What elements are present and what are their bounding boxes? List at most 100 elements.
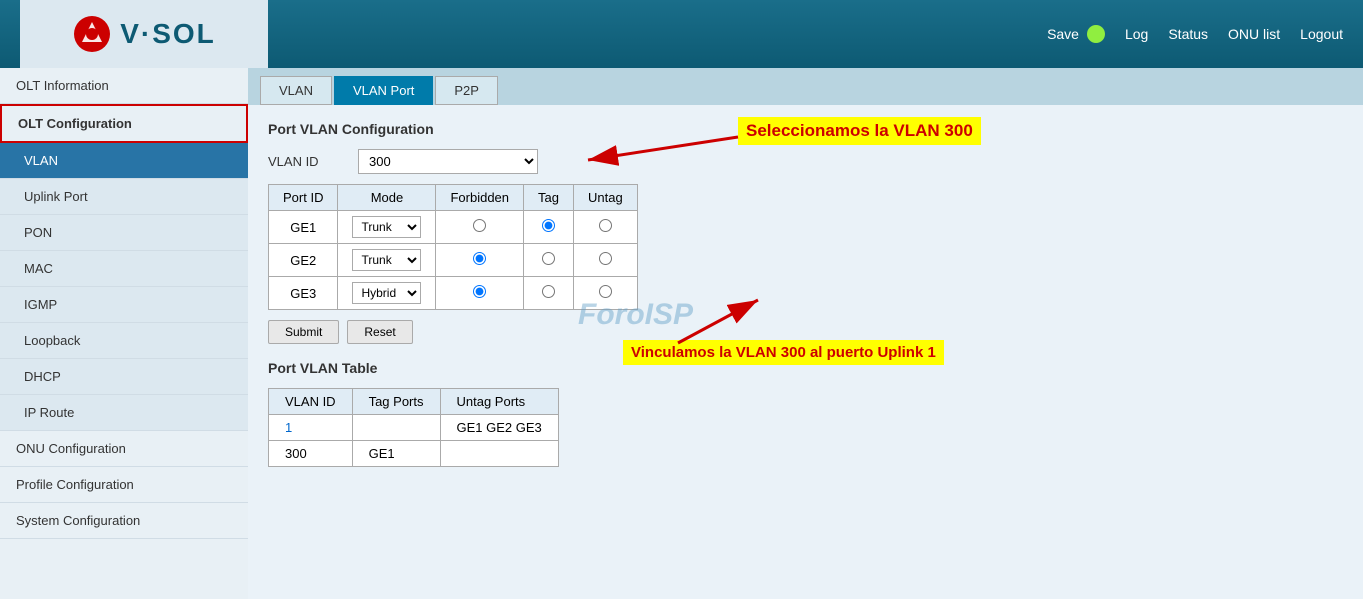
sidebar-item-label: DHCP	[24, 369, 61, 384]
table-row: GE3 Trunk Access Hybrid	[269, 277, 638, 310]
status-dot-icon	[1087, 25, 1105, 43]
port-id-ge1: GE1	[269, 211, 338, 244]
header-right: Save Log Status ONU list Logout	[1047, 25, 1343, 43]
sidebar-item-label: MAC	[24, 261, 53, 276]
sidebar-item-mac[interactable]: MAC	[0, 251, 248, 287]
sidebar-item-label: System Configuration	[16, 513, 140, 528]
vlan-col-tag: Tag Ports	[352, 389, 440, 415]
vlan-col-untag: Untag Ports	[440, 389, 558, 415]
vlan-id-select[interactable]: 300 1	[358, 149, 538, 174]
vlan-id-label: VLAN ID	[268, 154, 348, 169]
vlan-col-id: VLAN ID	[269, 389, 353, 415]
port-vlan-table-title: Port VLAN Table	[268, 360, 1343, 376]
sidebar-item-label: ONU Configuration	[16, 441, 126, 456]
save-label: Save	[1047, 26, 1079, 42]
untag-ge3	[573, 277, 637, 310]
untag-radio-ge1[interactable]	[599, 219, 612, 232]
vlan-id-row: VLAN ID 300 1	[268, 149, 1343, 174]
vlan-id-cell-1[interactable]: 1	[269, 415, 353, 441]
logout-link[interactable]: Logout	[1300, 26, 1343, 42]
tag-radio-ge3[interactable]	[542, 285, 555, 298]
sidebar-item-system-config[interactable]: System Configuration	[0, 503, 248, 539]
forbidden-radio-ge2[interactable]	[473, 252, 486, 265]
sidebar-item-loopback[interactable]: Loopback	[0, 323, 248, 359]
untag-ge2	[573, 244, 637, 277]
col-mode: Mode	[338, 185, 436, 211]
forbidden-ge2	[436, 244, 524, 277]
tag-radio-ge1[interactable]	[542, 219, 555, 232]
forbidden-radio-ge1[interactable]	[473, 219, 486, 232]
reset-button[interactable]: Reset	[347, 320, 412, 344]
sidebar-item-igmp[interactable]: IGMP	[0, 287, 248, 323]
table-row: GE2 Trunk Access Hybrid	[269, 244, 638, 277]
main-layout: OLT Information OLT Configuration VLAN U…	[0, 68, 1363, 599]
sidebar-item-ip-route[interactable]: IP Route	[0, 395, 248, 431]
tag-ge1	[524, 211, 574, 244]
mode-ge1: Trunk Access Hybrid	[338, 211, 436, 244]
tab-vlan[interactable]: VLAN	[260, 76, 332, 105]
logo-area: V·SOL	[20, 0, 268, 68]
mode-ge3: Trunk Access Hybrid	[338, 277, 436, 310]
onu-list-link[interactable]: ONU list	[1228, 26, 1280, 42]
submit-button[interactable]: Submit	[268, 320, 339, 344]
port-id-ge2: GE2	[269, 244, 338, 277]
sidebar-item-profile-config[interactable]: Profile Configuration	[0, 467, 248, 503]
tab-vlan-port[interactable]: VLAN Port	[334, 76, 433, 105]
sidebar-item-dhcp[interactable]: DHCP	[0, 359, 248, 395]
vlan-summary-table: VLAN ID Tag Ports Untag Ports 1 GE1 GE2 …	[268, 388, 559, 467]
status-link[interactable]: Status	[1168, 26, 1208, 42]
untag-ports-1: GE1 GE2 GE3	[440, 415, 558, 441]
sidebar-item-onu-config[interactable]: ONU Configuration	[0, 431, 248, 467]
tab-p2p[interactable]: P2P	[435, 76, 498, 105]
mode-ge2: Trunk Access Hybrid	[338, 244, 436, 277]
sidebar-item-olt-config[interactable]: OLT Configuration	[0, 104, 248, 143]
sidebar-item-olt-info[interactable]: OLT Information	[0, 68, 248, 104]
sidebar-item-label: PON	[24, 225, 52, 240]
col-forbidden: Forbidden	[436, 185, 524, 211]
sidebar-item-label: IGMP	[24, 297, 57, 312]
content-body: Port VLAN Configuration VLAN ID 300 1 Po…	[248, 105, 1363, 483]
port-config-table: Port ID Mode Forbidden Tag Untag GE1 Tru…	[268, 184, 638, 310]
sidebar-item-pon[interactable]: PON	[0, 215, 248, 251]
sidebar-item-label: VLAN	[24, 153, 58, 168]
mode-select-ge3[interactable]: Trunk Access Hybrid	[352, 282, 421, 304]
forbidden-radio-ge3[interactable]	[473, 285, 486, 298]
col-tag: Tag	[524, 185, 574, 211]
mode-select-ge1[interactable]: Trunk Access Hybrid	[352, 216, 421, 238]
sidebar-item-uplink-port[interactable]: Uplink Port	[0, 179, 248, 215]
untag-ge1	[573, 211, 637, 244]
table-row: 300 GE1	[269, 441, 559, 467]
table-row: 1 GE1 GE2 GE3	[269, 415, 559, 441]
forbidden-ge1	[436, 211, 524, 244]
tab-bar: VLAN VLAN Port P2P	[248, 68, 1363, 105]
sidebar-item-vlan[interactable]: VLAN	[0, 143, 248, 179]
vsol-logo-icon	[72, 14, 112, 54]
col-port-id: Port ID	[269, 185, 338, 211]
tag-ports-1	[352, 415, 440, 441]
content-area: VLAN VLAN Port P2P Port VLAN Configurati…	[248, 68, 1363, 599]
sidebar-item-label: Uplink Port	[24, 189, 88, 204]
table-row: GE1 Trunk Access Hybrid	[269, 211, 638, 244]
port-vlan-config-title: Port VLAN Configuration	[268, 121, 1343, 137]
save-button[interactable]: Save	[1047, 25, 1105, 43]
tag-radio-ge2[interactable]	[542, 252, 555, 265]
untag-radio-ge3[interactable]	[599, 285, 612, 298]
header: V·SOL Save Log Status ONU list Logout	[0, 0, 1363, 68]
log-link[interactable]: Log	[1125, 26, 1148, 42]
col-untag: Untag	[573, 185, 637, 211]
forbidden-ge3	[436, 277, 524, 310]
tag-ge3	[524, 277, 574, 310]
vlan-id-cell-300: 300	[269, 441, 353, 467]
untag-ports-300	[440, 441, 558, 467]
sidebar-item-label: OLT Information	[16, 78, 109, 93]
sidebar: OLT Information OLT Configuration VLAN U…	[0, 68, 248, 599]
tag-ports-300: GE1	[352, 441, 440, 467]
sidebar-item-label: Loopback	[24, 333, 80, 348]
untag-radio-ge2[interactable]	[599, 252, 612, 265]
sidebar-item-label: Profile Configuration	[16, 477, 134, 492]
button-row: Submit Reset	[268, 320, 1343, 344]
sidebar-item-label: IP Route	[24, 405, 74, 420]
mode-select-ge2[interactable]: Trunk Access Hybrid	[352, 249, 421, 271]
port-id-ge3: GE3	[269, 277, 338, 310]
sidebar-item-label: OLT Configuration	[18, 116, 132, 131]
